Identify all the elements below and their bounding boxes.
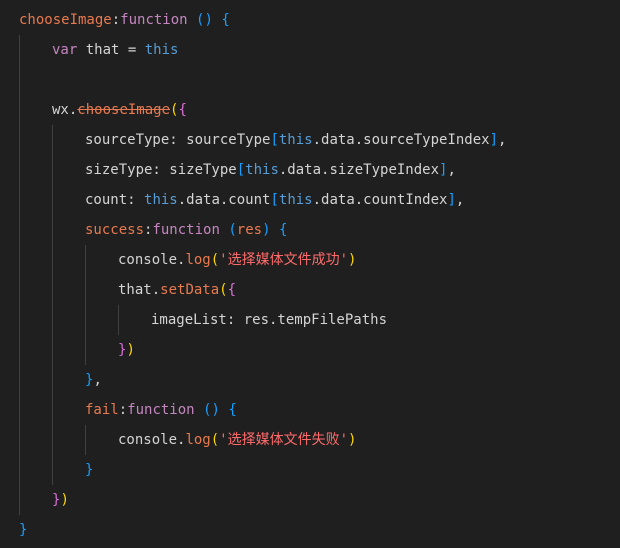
code-line[interactable]: } [85,455,93,485]
code-token-punct: : [111,12,121,28]
code-token-var: console. [118,432,186,448]
code-token-brace3: () [196,12,213,28]
code-token-prop: .data.countIndex [312,192,448,208]
code-line[interactable]: console.log('选择媒体文件失败') [118,425,356,455]
code-token-brace3: ) [262,222,271,238]
code-token-punct: , [498,132,507,148]
code-token-method: log [185,432,211,448]
code-line[interactable]: }) [118,335,135,365]
code-token-brace1: ( [219,282,228,298]
code-token-brace1: ( [210,432,220,448]
code-token-punct [271,222,279,238]
code-token-str: '选择媒体文件成功' [219,252,349,268]
code-token-punct: , [455,192,465,208]
code-token-punct [195,402,203,418]
indent-guide [118,305,119,335]
code-token-var: that. [118,282,161,298]
code-token-brace2: { [178,102,187,118]
code-line[interactable]: sourceType: sourceType[this.data.sourceT… [85,125,506,155]
code-token-this: this [278,192,313,208]
code-token-method: log [185,252,211,268]
code-token-brace3: ( [228,222,237,238]
code-token-var: that = [77,42,145,58]
code-token-this: this [144,192,178,208]
indent-guide [85,425,86,455]
code-token-var: console. [118,252,186,268]
code-token-brace3: { [278,222,288,238]
code-line[interactable]: count: this.data.count[this.data.countIn… [85,185,464,215]
code-token-kw: function [152,222,220,238]
code-token-brace1: ) [348,432,357,448]
code-line[interactable]: chooseImage:function () { [19,5,230,35]
code-token-brace3: { [228,402,237,418]
code-token-brace3: [ [236,162,246,178]
code-token-punct [188,12,196,28]
code-token-brace3: { [221,12,230,28]
code-token-prop: .data.count [177,192,271,208]
code-editor[interactable]: chooseImage:function () {var that = this… [0,0,620,548]
code-token-brace1: ) [126,342,135,358]
code-token-fn: chooseImage [19,12,112,28]
code-token-kw: var [52,42,78,58]
code-token-brace3: [ [270,132,279,148]
code-line[interactable]: that.setData({ [118,275,236,305]
code-line[interactable]: var that = this [52,35,178,65]
code-token-brace3: } [19,522,28,538]
code-token-brace1: ( [210,252,220,268]
code-token-method: setData [160,282,220,298]
code-token-brace2: { [227,282,237,298]
code-token-this: this [245,162,279,178]
code-line[interactable]: } [19,515,27,545]
code-token-prop: count: [85,192,145,208]
code-line[interactable]: console.log('选择媒体文件成功') [118,245,356,275]
code-token-strike: chooseImage [77,102,171,118]
code-line[interactable]: }) [52,485,69,515]
code-token-kw: function [127,402,195,418]
code-token-brace1: ) [348,252,357,268]
code-token-kw: function [120,12,188,28]
code-token-brace3: [ [270,192,279,208]
code-line[interactable]: success:function (res) { [85,215,287,245]
indent-guide [85,245,86,365]
indent-guide [52,125,53,485]
code-token-this: this [278,132,313,148]
code-token-prop: imageList: res.tempFilePaths [151,312,388,328]
code-token-brace3: ] [447,192,456,208]
code-token-this: this [144,42,179,58]
code-token-prop: sourceType: sourceType [85,132,271,148]
code-line[interactable]: imageList: res.tempFilePaths [151,305,387,335]
code-line[interactable]: sizeType: sizeType[this.data.sizeTypeInd… [85,155,456,185]
code-token-brace3: () [203,402,220,418]
code-line[interactable]: wx.chooseImage({ [52,95,187,125]
code-token-var: wx. [52,102,78,118]
code-token-brace3: } [85,462,94,478]
code-line[interactable]: fail:function () { [85,395,237,425]
code-token-prop: sizeType: sizeType [85,162,237,178]
code-token-fn: fail [85,402,119,418]
code-token-punct: : [118,402,128,418]
code-token-param: res [236,222,263,238]
code-line[interactable]: }, [85,365,102,395]
indent-guide [19,35,20,515]
code-token-punct: , [93,372,102,388]
code-token-brace3: ] [489,132,499,148]
code-token-prop: .data.sourceTypeIndex [312,132,490,148]
code-token-str: '选择媒体文件失败' [219,432,349,448]
code-token-fn: success [85,222,145,238]
code-token-prop: .data.sizeTypeIndex [278,162,440,178]
code-token-punct: , [447,162,456,178]
code-token-brace1: ) [60,492,69,508]
